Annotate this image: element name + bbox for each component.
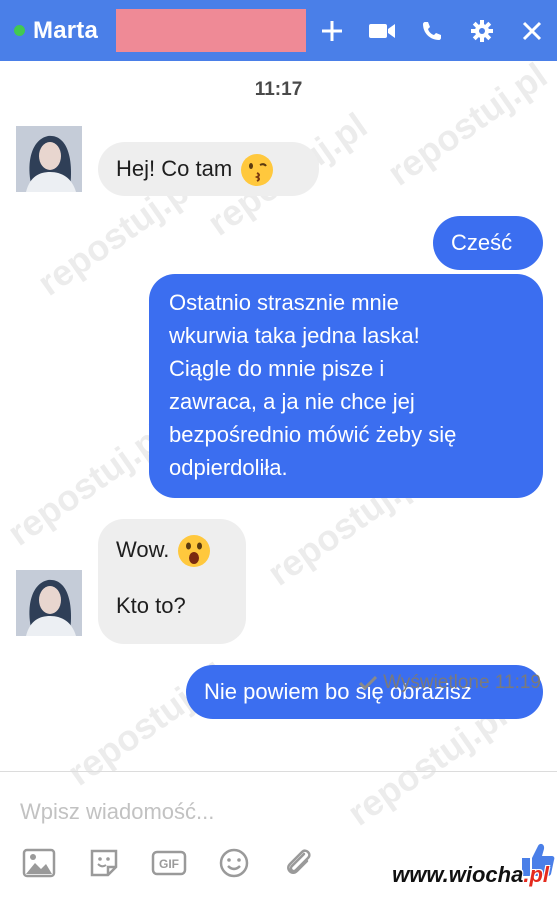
message-line: wkurwia taka jedna laska! [169, 323, 420, 348]
avatar[interactable] [16, 126, 82, 192]
outgoing-message[interactable]: Cześć [433, 216, 543, 270]
avatar[interactable] [16, 570, 82, 636]
incoming-message[interactable]: Hej! Co tam [98, 142, 319, 196]
message-line: Ostatnio strasznie mnie [169, 290, 399, 315]
message-text: Hej! Co tam [116, 156, 233, 181]
plus-icon[interactable] [307, 0, 357, 61]
message-line: zawraca, a ja nie chce jej [169, 389, 415, 414]
emoji-icon[interactable] [215, 844, 253, 882]
composer-toolbar: GIF [20, 844, 345, 882]
message-text: Kto to? [116, 593, 186, 618]
site-watermark-suffix: .pl [523, 862, 549, 887]
message-timestamp: 11:17 [254, 79, 303, 100]
gear-icon[interactable] [457, 0, 507, 61]
phone-icon[interactable] [407, 0, 457, 61]
incoming-message[interactable]: Wow. Kto to? [98, 519, 246, 644]
image-icon[interactable] [20, 844, 58, 882]
message-line: bezpośrednio mówić żeby się [169, 422, 457, 447]
outgoing-message[interactable]: Ostatnio strasznie mnie wkurwia taka jed… [149, 274, 543, 498]
message-row: Wow. [116, 533, 246, 589]
message-list[interactable]: 11:17 Hej! Co tam Cześć Ostatnio straszn… [0, 61, 557, 771]
close-icon[interactable] [507, 0, 557, 61]
message-text: Wow. [116, 537, 170, 562]
seen-status: Wyświetlone 11:19 [359, 672, 541, 694]
sticker-icon[interactable] [85, 844, 123, 882]
redacted-surname [116, 9, 306, 52]
checkmark-icon [359, 676, 378, 690]
kissing-emoji-icon [240, 153, 274, 187]
composer-divider [0, 771, 557, 772]
contact-name[interactable]: Marta [33, 17, 98, 45]
site-watermark-name: www.wiocha [392, 862, 524, 887]
attachment-icon[interactable] [280, 844, 318, 882]
message-line: odpierdoliła. [169, 455, 288, 480]
message-line: Ciągle do mnie pisze i [169, 356, 385, 381]
gif-icon[interactable]: GIF [150, 844, 188, 882]
surprised-emoji-icon [177, 534, 211, 568]
message-text: Cześć [451, 230, 513, 255]
seen-status-text: Wyświetlone 11:19 [383, 672, 541, 693]
online-status-dot [14, 25, 25, 36]
site-watermark: www.wiocha.pl [392, 862, 549, 888]
chat-header: Marta [0, 0, 557, 61]
video-call-icon[interactable] [357, 0, 407, 61]
header-actions [307, 0, 557, 61]
svg-text:GIF: GIF [159, 857, 179, 871]
message-input[interactable] [20, 795, 520, 829]
